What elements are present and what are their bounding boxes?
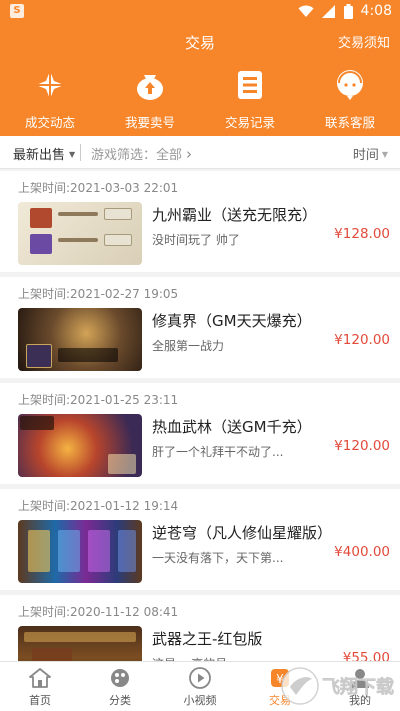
nav-deal-dynamics[interactable]: 成交动态 (0, 68, 100, 131)
nav-label: 联系客服 (324, 115, 375, 130)
time-sort[interactable]: 时间 ▼ (353, 144, 388, 163)
nav-label: 成交动态 (24, 115, 75, 130)
listing-title: 武器之王-红包版 (152, 630, 263, 648)
listing-price: ¥120.00 (334, 332, 390, 348)
battery-icon (343, 3, 353, 19)
listing-card[interactable]: 上架时间:2021-01-25 23:11 热血武林（送GM千充） 肝了一个礼拜… (0, 383, 400, 484)
nav-customer-service[interactable]: 联系客服 (300, 68, 400, 131)
listing-time: 上架时间:2021-02-27 19:05 (18, 287, 179, 301)
caret-down-icon: ▼ (381, 150, 388, 159)
caret-down-icon: ▼ (69, 150, 76, 159)
deal-dynamics-icon (33, 68, 67, 102)
nav-sell-account[interactable]: 我要卖号 (100, 68, 200, 131)
listing-desc: 全服第一战力 (152, 339, 225, 353)
notification-icon: S (10, 4, 24, 18)
listing-desc: 肝了一个礼拜干不动了... (152, 445, 284, 459)
sort-dropdown[interactable]: 最新出售 ▼ (13, 144, 75, 163)
listing-title: 九州霸业（送充无限充） (152, 206, 318, 224)
listing-desc: 一天没有落下，天下第... (152, 551, 284, 565)
nav-label: 我要卖号 (124, 115, 175, 130)
listing-price: ¥128.00 (334, 226, 390, 242)
video-icon (187, 666, 213, 690)
status-indicators: 4:08 (298, 3, 392, 19)
watermark-text: 飞翔下载 (322, 676, 394, 698)
nav-trade-record[interactable]: 交易记录 (200, 68, 300, 131)
wifi-icon (298, 5, 314, 18)
divider (80, 144, 81, 161)
sort-label: 最新出售 (13, 148, 66, 163)
listing-thumbnail (18, 202, 142, 265)
nav-label: 交易记录 (224, 115, 275, 130)
trade-nav: 成交动态 我要卖号 交易记录 联系客服 (0, 68, 400, 131)
tab-label: 首页 (29, 694, 51, 707)
tab-home[interactable]: 首页 (0, 662, 80, 711)
listing-title: 修真界（GM天天爆充） (152, 312, 312, 330)
listing-card[interactable]: 上架时间:2021-03-03 22:01 九州霸业（送充无限充） 没时间玩了 … (0, 171, 400, 272)
category-icon (107, 666, 133, 690)
tab-category[interactable]: 分类 (80, 662, 160, 711)
sell-account-icon (133, 68, 167, 102)
customer-service-icon (333, 68, 367, 102)
listing-price: ¥120.00 (334, 438, 390, 454)
listing-time: 上架时间:2021-03-03 22:01 (18, 181, 179, 195)
home-icon (27, 666, 53, 690)
listing-card[interactable]: 上架时间:2021-01-12 19:14 逆苍穹（凡人修仙星耀版） 一天没有落… (0, 489, 400, 590)
time-sort-label: 时间 (352, 148, 379, 163)
listing-thumbnail (18, 520, 142, 583)
listing-card[interactable]: 上架时间:2021-02-27 19:05 修真界（GM天天爆充） 全服第一战力… (0, 277, 400, 378)
game-filter[interactable]: 游戏筛选：全部 › (91, 144, 192, 163)
listing-thumbnail (18, 308, 142, 371)
listing-title: 热血武林（送GM千充） (152, 418, 312, 436)
listing-thumbnail (18, 414, 142, 477)
tab-label: 分类 (109, 694, 131, 707)
listing-title: 逆苍穹（凡人修仙星耀版） (152, 524, 333, 542)
listing-time: 上架时间:2021-01-12 19:14 (18, 499, 179, 513)
tab-video[interactable]: 小视频 (160, 662, 240, 711)
clock-time: 4:08 (360, 3, 392, 19)
listing-time: 上架时间:2021-01-25 23:11 (18, 393, 179, 407)
status-bar: S 4:08 (0, 0, 400, 24)
listing-price: ¥400.00 (334, 544, 390, 560)
trade-header: 交易 交易须知 成交动态 我要卖号 交易记录 联系客服 (0, 24, 400, 136)
tab-label: 小视频 (183, 694, 217, 707)
listing-desc: 没时间玩了 帅了 (152, 233, 240, 247)
watermark-logo: 飞翔下载 (278, 665, 396, 707)
trade-record-icon (233, 68, 267, 102)
listing-time: 上架时间:2020-11-12 08:41 (18, 605, 179, 619)
chevron-right-icon: › (186, 145, 193, 163)
filter-bar: 最新出售 ▼ 游戏筛选：全部 › 时间 ▼ (0, 136, 400, 169)
signal-icon (321, 4, 336, 18)
trade-rules-link[interactable]: 交易须知 (338, 32, 390, 51)
game-filter-label: 游戏筛选：全部 (91, 148, 183, 163)
